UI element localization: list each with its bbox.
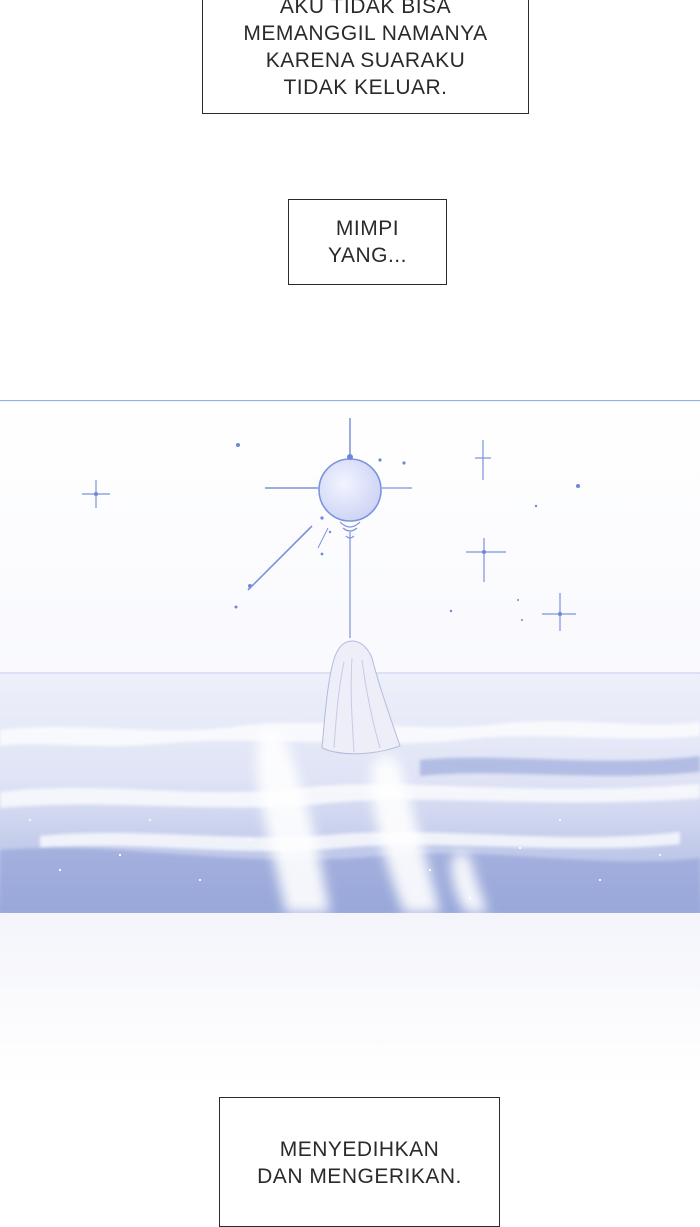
narration-caption-1: AKU TIDAK BISA MEMANGGIL NAMANYA KARENA … [202,0,529,114]
narration-caption-2: MIMPI YANG... [288,199,447,285]
caption-line: TIDAK KELUAR. [283,76,448,99]
caption-line: DAN MENGERIKAN. [257,1165,462,1188]
narration-caption-3: MENYEDIHKAN DAN MENGERIKAN. [219,1097,500,1227]
caption-line: MENYEDIHKAN [279,1138,440,1161]
caption-line: KARENA SUARAKU [265,49,466,72]
caption-line: MIMPI [335,217,400,240]
comic-panel-illustration [0,400,700,913]
caption-line: MEMANGGIL NAMANYA [243,22,488,45]
caption-line: AKU TIDAK BISA [279,0,452,18]
caption-line: YANG... [328,244,407,267]
